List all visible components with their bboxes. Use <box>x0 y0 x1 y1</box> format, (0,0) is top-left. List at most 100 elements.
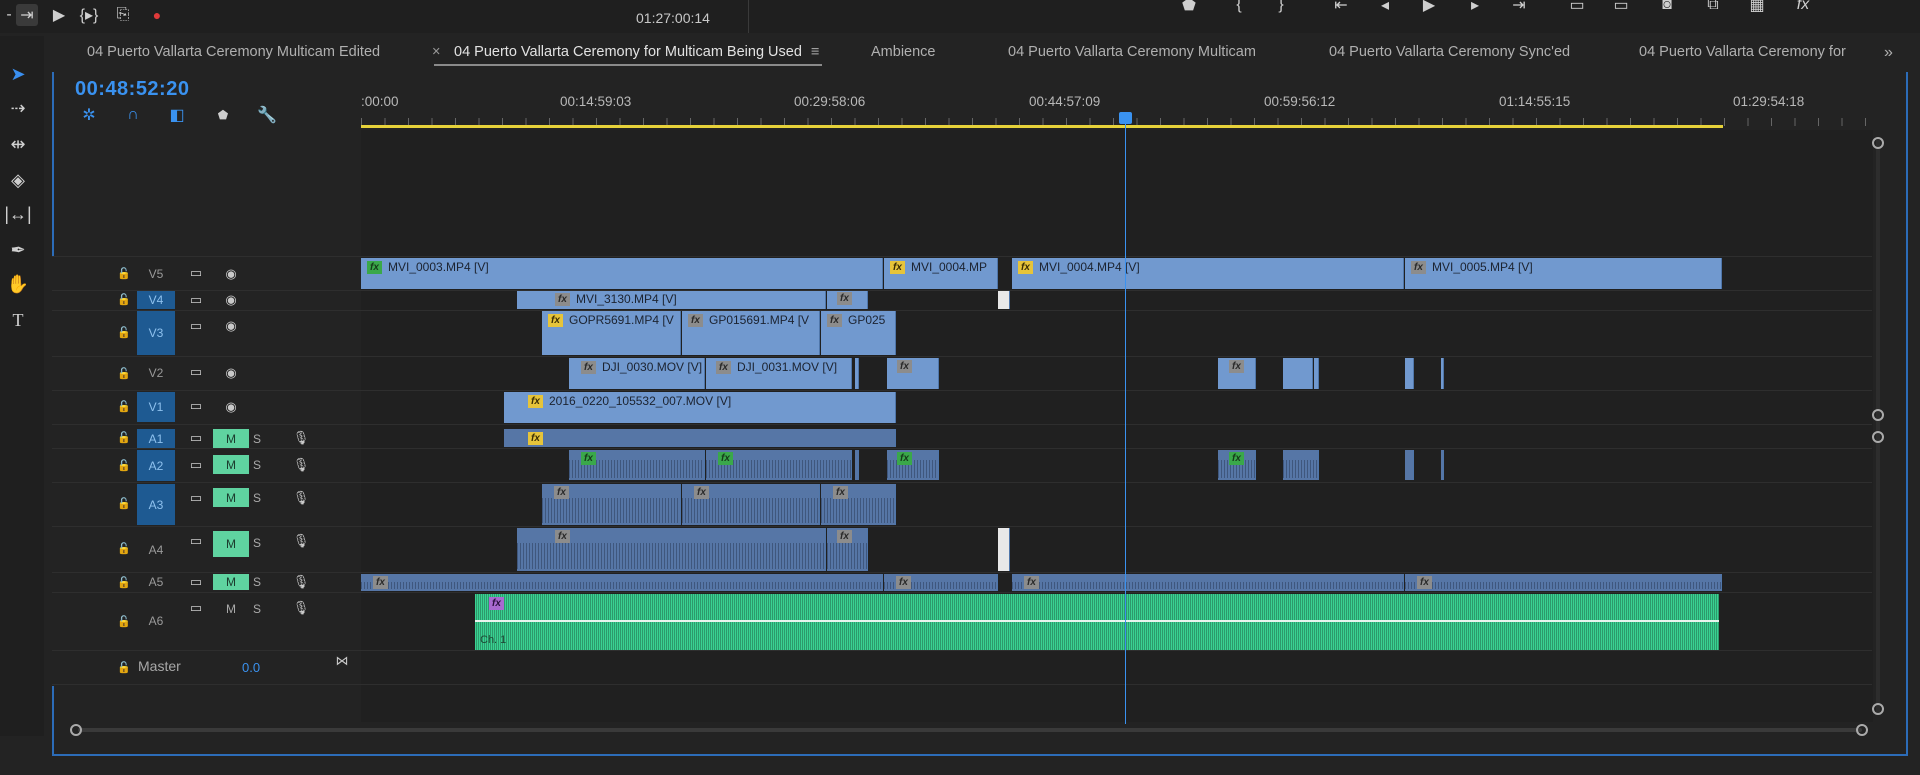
clip-gp015691[interactable]: fx GP015691.MP4 [V <box>682 311 820 355</box>
sync-lock-icon[interactable]: ▭ <box>186 600 206 616</box>
audio-clip-a6[interactable]: fx Ch. 1 <box>475 594 1719 650</box>
go-to-end-icon[interactable]: ⋈ <box>332 653 352 669</box>
mark-in-icon[interactable]: { <box>1228 0 1250 16</box>
lock-icon[interactable]: 🔓 <box>117 660 131 674</box>
sync-lock-icon[interactable]: ▭ <box>186 430 206 446</box>
sync-lock-icon[interactable]: ▭ <box>186 265 206 281</box>
snap-icon[interactable]: ∩ <box>122 104 144 126</box>
sync-lock-icon[interactable]: ▭ <box>186 292 206 308</box>
solo-button[interactable]: S <box>248 429 266 448</box>
audio-clip-a4[interactable]: fx <box>517 528 826 571</box>
horizontal-scrollbar[interactable] <box>78 728 1862 732</box>
audio-clip-a5[interactable]: fx <box>884 574 998 591</box>
clip-v2-small[interactable] <box>1405 358 1414 389</box>
clip-v2-small[interactable] <box>1441 358 1444 389</box>
marker-icon[interactable]: ⬟ <box>1178 0 1200 16</box>
clip-v2[interactable]: fx <box>887 358 939 389</box>
lock-icon[interactable]: 🔓 <box>117 266 131 280</box>
sync-lock-icon[interactable]: ▭ <box>186 490 206 506</box>
microphone-icon[interactable]: 🎙 <box>291 600 311 616</box>
play-in-to-out-icon[interactable]: {▸} <box>78 4 100 26</box>
audio-clip-a5[interactable]: fx <box>1012 574 1404 591</box>
step-back-frame-icon[interactable]: ◂ <box>1374 0 1396 16</box>
lock-icon[interactable]: 🔓 <box>117 496 131 510</box>
slip-tool-icon[interactable]: |↔| <box>4 200 32 228</box>
clip-gopr5691[interactable]: fx GOPR5691.MP4 [V <box>542 311 681 355</box>
solo-button[interactable]: S <box>248 533 266 552</box>
eye-icon[interactable]: ◉ <box>221 399 241 415</box>
eye-icon[interactable]: ◉ <box>221 365 241 381</box>
playhead-line[interactable] <box>1125 112 1126 724</box>
tab-sequence[interactable]: 04 Puerto Vallarta Ceremony Sync'ed <box>1329 44 1570 60</box>
track-name-v1[interactable]: V1 <box>137 392 175 422</box>
solo-button[interactable]: S <box>248 455 266 474</box>
mute-button[interactable]: M <box>213 429 249 448</box>
track-name-a5[interactable]: A5 <box>137 573 175 591</box>
audio-clip-a2[interactable]: fx <box>1218 450 1256 480</box>
tab-sequence[interactable]: 04 Puerto Vallarta Ceremony Multicam Edi… <box>87 44 380 60</box>
clip-v4-small[interactable] <box>998 291 1010 309</box>
audio-clip-a3[interactable]: fx <box>821 484 896 525</box>
go-to-out-icon[interactable]: ⇥ <box>1508 0 1530 16</box>
insert-icon[interactable]: ⇥ <box>16 4 38 26</box>
audio-clip-a4-small[interactable] <box>998 528 1010 571</box>
track-name-a3[interactable]: A3 <box>137 484 175 525</box>
track-select-tool-icon[interactable]: ⇢ <box>4 94 32 122</box>
type-tool-icon[interactable]: T <box>4 306 32 334</box>
track-name-a4[interactable]: A4 <box>137 540 175 560</box>
multicam-icon[interactable]: ▦ <box>1746 0 1768 16</box>
clip-dji-0031[interactable]: fx DJI_0031.MOV [V] <box>706 358 852 389</box>
tab-sequence[interactable]: 04 Puerto Vallarta Ceremony Multicam <box>1008 44 1256 60</box>
audio-clip-a3[interactable]: fx <box>542 484 681 525</box>
clip-v2-small[interactable] <box>1314 358 1319 389</box>
lock-icon[interactable]: 🔓 <box>117 399 131 413</box>
linked-selection-icon[interactable]: ◧ <box>166 104 188 126</box>
tab-sequence[interactable]: Ambience <box>871 44 935 60</box>
solo-button[interactable]: S <box>248 599 266 618</box>
solo-button[interactable]: S <box>248 488 266 507</box>
add-marker-icon[interactable]: ⬟ <box>212 104 234 126</box>
sync-lock-icon[interactable]: ▭ <box>186 364 206 380</box>
mute-button[interactable]: M <box>213 455 249 474</box>
mute-button[interactable]: M <box>213 488 249 507</box>
lock-icon[interactable]: 🔓 <box>117 430 131 444</box>
master-volume-value[interactable]: 0.0 <box>242 660 260 675</box>
play-program-icon[interactable]: ▶ <box>1418 0 1440 16</box>
lock-icon[interactable]: 🔓 <box>117 366 131 380</box>
vscroll-knob-bottom[interactable] <box>1872 409 1884 421</box>
track-name-v5[interactable]: V5 <box>137 259 175 288</box>
volume-line[interactable] <box>475 620 1719 622</box>
eye-icon[interactable]: ◉ <box>221 266 241 282</box>
lock-icon[interactable]: 🔓 <box>117 458 131 472</box>
clip-mvi-0003[interactable]: fx MVI_0003.MP4 [V] <box>361 258 883 289</box>
mark-out-icon[interactable]: } <box>1270 0 1292 16</box>
playhead-timecode[interactable]: 00:48:52:20 <box>75 78 189 101</box>
track-name-a6[interactable]: A6 <box>137 612 175 630</box>
hand-tool-icon[interactable]: ✋ <box>4 270 32 298</box>
hscroll-knob-left[interactable] <box>70 724 82 736</box>
lock-icon[interactable]: 🔓 <box>117 614 131 628</box>
work-area-bar[interactable] <box>361 125 1723 128</box>
audio-clip-a2[interactable] <box>1283 450 1319 480</box>
sync-lock-icon[interactable]: ▭ <box>186 398 206 414</box>
clip-mvi-0004[interactable]: fx MVI_0004.MP4 [V] <box>1012 258 1404 289</box>
clip-gp025[interactable]: fx GP025 <box>821 311 896 355</box>
tab-overflow-icon[interactable]: » <box>1884 44 1893 62</box>
track-name-a2[interactable]: A2 <box>137 450 175 481</box>
fx-icon[interactable]: fx <box>1792 0 1814 16</box>
microphone-icon[interactable]: 🎙 <box>291 574 311 590</box>
tab-sequence-active[interactable]: 04 Puerto Vallarta Ceremony for Multicam… <box>454 44 802 60</box>
lock-icon[interactable]: 🔓 <box>117 575 131 589</box>
record-icon[interactable]: ● <box>146 4 168 26</box>
clip-v4[interactable]: fx <box>827 291 868 309</box>
sync-lock-icon[interactable]: ▭ <box>186 533 206 549</box>
eye-icon[interactable]: ◉ <box>221 292 241 308</box>
camera-icon[interactable]: ◙ <box>1656 0 1678 16</box>
tab-menu-icon[interactable]: ≡ <box>811 44 819 60</box>
lock-icon[interactable]: 🔓 <box>117 292 131 306</box>
lock-icon[interactable]: 🔓 <box>117 325 131 339</box>
play-icon[interactable]: ▶ <box>48 4 70 26</box>
mute-button[interactable]: M <box>213 531 249 557</box>
tab-close-icon[interactable]: × <box>432 44 440 60</box>
audio-clip-a5[interactable]: fx <box>1405 574 1722 591</box>
